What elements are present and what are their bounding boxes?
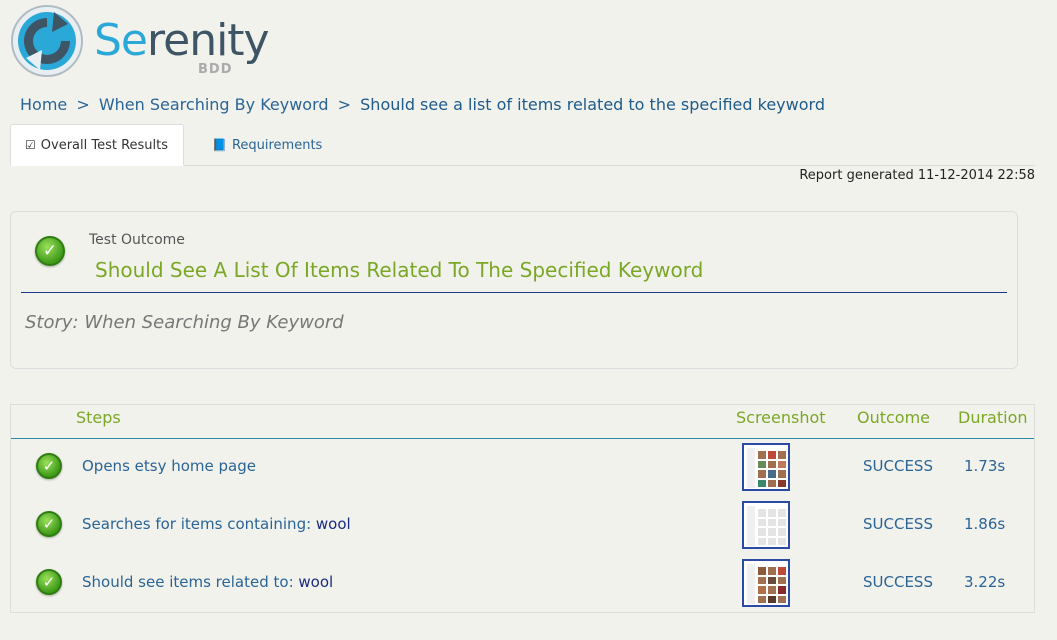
test-outcome-panel: ✓ Test Outcome Should See A List Of Item…: [10, 211, 1018, 369]
tab-requirements-label: Requirements: [231, 137, 323, 153]
tab-overall-test-results[interactable]: ☑ Overall Test Results: [10, 124, 184, 166]
table-row: ✓ Opens etsy home page SUCCESS 1.73s: [11, 439, 1034, 497]
screenshot-thumbnail[interactable]: [742, 501, 790, 549]
breadcrumb: Home > When Searching By Keyword > Shoul…: [20, 95, 825, 114]
tab-bar: ☑ Overall Test Results 📘 Requirements: [10, 124, 1035, 166]
test-outcome-label: Test Outcome: [89, 232, 185, 248]
breadcrumb-separator: >: [337, 95, 352, 114]
story-name: Story: When Searching By Keyword: [25, 312, 344, 333]
check-circle-icon: ✓: [36, 453, 62, 479]
step-description[interactable]: Should see items related to: wool: [82, 573, 333, 591]
column-header-steps: Steps: [76, 408, 121, 427]
step-outcome: SUCCESS: [863, 515, 933, 533]
column-header-duration: Duration: [958, 408, 1028, 427]
check-circle-icon: ✓: [35, 236, 65, 266]
serenity-logo-text: Serenity: [94, 15, 270, 66]
report-generated: Report generated 11-12-2014 22:58: [799, 168, 1035, 183]
breadcrumb-separator: >: [76, 95, 90, 114]
serenity-logo-icon: [11, 5, 83, 77]
column-header-screenshot: Screenshot: [736, 408, 826, 427]
table-row: ✓ Should see items related to: wool SUCC…: [11, 555, 1034, 613]
breadcrumb-story[interactable]: When Searching By Keyword: [99, 95, 329, 114]
book-icon: 📘: [212, 138, 227, 152]
divider: [21, 292, 1007, 293]
breadcrumb-current: Should see a list of items related to th…: [360, 95, 825, 114]
tab-overall-label: Overall Test Results: [40, 137, 169, 153]
step-duration: 1.86s: [964, 515, 1006, 533]
table-row: ✓ Searches for items containing: wool SU…: [11, 497, 1034, 555]
screenshot-thumbnail[interactable]: [742, 443, 790, 491]
steps-table-header: Steps Screenshot Outcome Duration: [11, 405, 1034, 439]
step-duration: 3.22s: [964, 573, 1006, 591]
step-outcome: SUCCESS: [863, 573, 933, 591]
step-description[interactable]: Searches for items containing: wool: [82, 515, 351, 533]
screenshot-thumbnail[interactable]: [742, 559, 790, 607]
tab-requirements[interactable]: 📘 Requirements: [198, 124, 336, 166]
checkbox-icon: ☑: [25, 138, 36, 152]
serenity-logo: Serenity BDD: [10, 4, 270, 80]
column-header-outcome: Outcome: [857, 408, 931, 427]
test-outcome-title: Should See A List Of Items Related To Th…: [95, 258, 704, 282]
steps-table: Steps Screenshot Outcome Duration ✓ Open…: [10, 404, 1035, 613]
step-outcome: SUCCESS: [863, 457, 933, 475]
check-circle-icon: ✓: [36, 569, 62, 595]
breadcrumb-home[interactable]: Home: [20, 95, 67, 114]
step-description[interactable]: Opens etsy home page: [82, 457, 256, 475]
serenity-logo-subtitle: BDD: [198, 62, 233, 77]
check-circle-icon: ✓: [36, 511, 62, 537]
step-duration: 1.73s: [964, 457, 1006, 475]
